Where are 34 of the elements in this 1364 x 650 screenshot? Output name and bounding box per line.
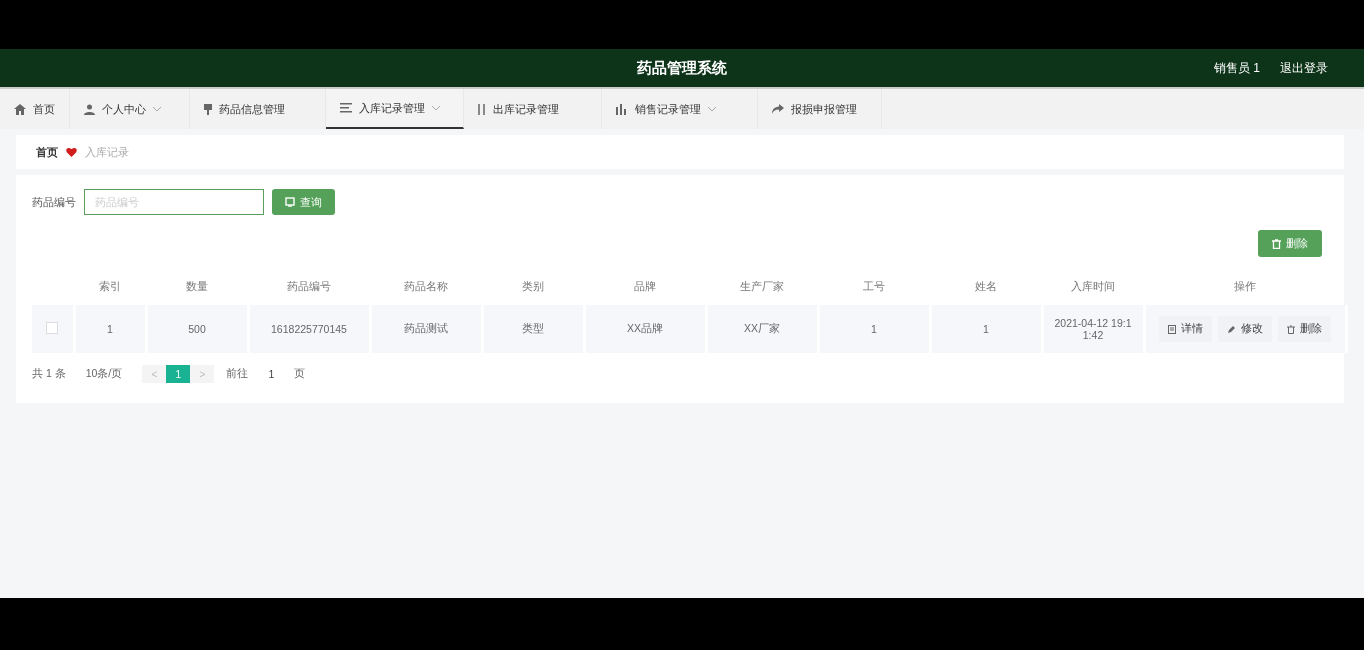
column-header: 操作 (1144, 269, 1346, 305)
edit-button[interactable]: 修改 (1218, 316, 1272, 342)
column-header: 入库时间 (1042, 269, 1144, 305)
table-cell: XX品牌 (627, 322, 663, 334)
logout-link[interactable]: 退出登录 (1280, 59, 1328, 77)
total-count: 共 1 条 (32, 367, 66, 381)
breadcrumb-link[interactable]: 首页 (36, 144, 58, 160)
page-unit: 页 (294, 367, 306, 381)
table-cell: 2021-04-12 19:11:42 (1053, 317, 1133, 341)
nav-tab[interactable]: 入库记录管理 (326, 89, 464, 129)
table-cell: 500 (188, 323, 206, 335)
column-header: 索引 (74, 269, 146, 305)
table-cell: XX厂家 (744, 322, 780, 334)
column-header: 工号 (818, 269, 930, 305)
goto-label: 前往 (226, 367, 249, 381)
column-header: 药品名称 (370, 269, 482, 305)
breadcrumb-current: 入库记录 (85, 144, 129, 160)
column-header: 生产厂家 (706, 269, 818, 305)
delete-button[interactable]: 删除 (1278, 316, 1331, 342)
column-header: 姓名 (930, 269, 1042, 305)
column-header: 品牌 (584, 269, 706, 305)
table-cell: 1 (871, 323, 877, 335)
column-header: 数量 (146, 269, 248, 305)
table-cell: 类型 (522, 322, 544, 334)
table-cell: 药品测试 (404, 322, 448, 334)
table-cell: 1 (107, 323, 113, 335)
detail-button[interactable]: 详情 (1159, 316, 1212, 342)
table-cell: 1 (983, 323, 989, 335)
user-name: 销售员 1 (1214, 59, 1260, 77)
column-header: 药品编号 (248, 269, 370, 305)
app-title: 药品管理系统 (637, 58, 727, 78)
table-cell: 1618225770145 (271, 323, 347, 335)
column-header: 类别 (482, 269, 584, 305)
search-label: 药品编号 (32, 194, 76, 210)
